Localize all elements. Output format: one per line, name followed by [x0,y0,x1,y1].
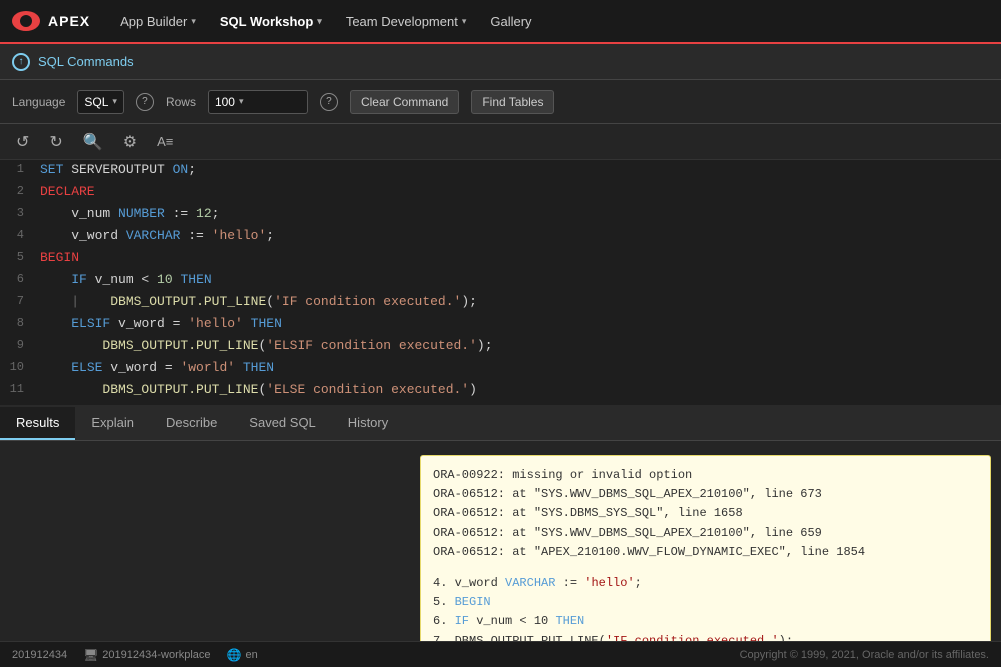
code-line-4: 4 v_word VARCHAR := 'hello'; [0,226,1001,248]
language-label: Language [12,95,65,109]
code-line-11: 11 DBMS_OUTPUT.PUT_LINE('ELSE condition … [0,380,1001,402]
settings-icon[interactable]: ⚙ [119,130,141,154]
results-tabs: Results Explain Describe Saved SQL Histo… [0,405,1001,441]
breadcrumb-bar: ↑ SQL Commands [0,44,1001,80]
rows-help-icon[interactable]: ? [320,93,338,111]
error-line-5: ORA-06512: at "APEX_210100.WWV_FLOW_DYNA… [433,543,978,562]
breadcrumb-text: SQL Commands [38,54,134,69]
nav-item-team-dev[interactable]: Team Development ▾ [336,8,477,35]
logo-icon [12,11,40,31]
toolbar: Language SQL ▾ ? Rows 100 ▾ ? Clear Comm… [0,80,1001,124]
code-line-8: 8 ELSIF v_word = 'hello' THEN [0,314,1001,336]
code-box-line-1: 4. v_word VARCHAR := 'hello'; [433,574,978,593]
code-line-6: 6 IF v_num < 10 THEN [0,270,1001,292]
language-help-icon[interactable]: ? [136,93,154,111]
code-line-12: 12 END IF; [0,402,1001,405]
code-editor[interactable]: 1 SET SERVEROUTPUT ON; 2 DECLARE 3 v_num… [0,160,1001,405]
tab-results[interactable]: Results [0,407,75,440]
error-box: ORA-00922: missing or invalid option ORA… [420,455,991,663]
find-tables-button[interactable]: Find Tables [471,90,554,114]
redo-icon[interactable]: ↻ [45,130,66,154]
tab-saved-sql[interactable]: Saved SQL [233,407,332,440]
workspace-name: 🖥 201912434-workplace [83,648,210,662]
font-size-icon[interactable]: A≡ [153,132,177,151]
nav-items: App Builder ▾ SQL Workshop ▾ Team Develo… [110,8,541,35]
nav-item-gallery[interactable]: Gallery [480,8,541,35]
code-line-5: 5 BEGIN [0,248,1001,270]
language-status: 🌐 en [227,648,258,662]
rows-select[interactable]: 100 ▾ [208,90,308,114]
tab-explain[interactable]: Explain [75,407,150,440]
tab-history[interactable]: History [332,407,404,440]
editor-toolbar: ↺ ↻ 🔍 ⚙ A≡ [0,124,1001,160]
language-select[interactable]: SQL ▾ [77,90,124,114]
error-lines: ORA-00922: missing or invalid option ORA… [433,466,978,562]
copyright-text: Copyright © 1999, 2021, Oracle and/or it… [740,649,989,661]
rows-label: Rows [166,95,196,109]
workspace-id: 201912434 [12,649,67,661]
chevron-down-icon: ▾ [112,96,117,107]
error-line-4: ORA-06512: at "SYS.WWV_DBMS_SQL_APEX_210… [433,524,978,543]
error-line-2: ORA-06512: at "SYS.WWV_DBMS_SQL_APEX_210… [433,485,978,504]
results-area: ORA-00922: missing or invalid option ORA… [0,441,1001,663]
top-navigation: APEX App Builder ▾ SQL Workshop ▾ Team D… [0,0,1001,44]
logo-text: APEX [48,13,90,29]
tab-describe[interactable]: Describe [150,407,233,440]
status-bar: 201912434 🖥 201912434-workplace 🌐 en Cop… [0,641,1001,667]
clear-command-button[interactable]: Clear Command [350,90,459,114]
apex-logo[interactable]: APEX [12,11,90,31]
search-icon[interactable]: 🔍 [79,130,107,154]
chevron-down-icon: ▾ [191,16,196,27]
nav-item-sql-workshop[interactable]: SQL Workshop ▾ [210,8,332,35]
chevron-down-icon: ▾ [239,96,244,107]
code-line-2: 2 DECLARE [0,182,1001,204]
error-line-3: ORA-06512: at "SYS.DBMS_SYS_SQL", line 1… [433,504,978,523]
error-line-1: ORA-00922: missing or invalid option [433,466,978,485]
chevron-down-icon: ▾ [317,16,322,27]
undo-icon[interactable]: ↺ [12,130,33,154]
code-line-1: 1 SET SERVEROUTPUT ON; [0,160,1001,182]
chevron-down-icon: ▾ [462,16,467,27]
code-line-10: 10 ELSE v_word = 'world' THEN [0,358,1001,380]
code-line-7: 7 | DBMS_OUTPUT.PUT_LINE('IF condition e… [0,292,1001,314]
code-line-9: 9 DBMS_OUTPUT.PUT_LINE('ELSIF condition … [0,336,1001,358]
code-box-line-3: 6. IF v_num < 10 THEN [433,612,978,631]
code-box-line-2: 5. BEGIN [433,593,978,612]
breadcrumb-icon: ↑ [12,53,30,71]
nav-item-app-builder[interactable]: App Builder ▾ [110,8,206,35]
code-line-3: 3 v_num NUMBER := 12; [0,204,1001,226]
